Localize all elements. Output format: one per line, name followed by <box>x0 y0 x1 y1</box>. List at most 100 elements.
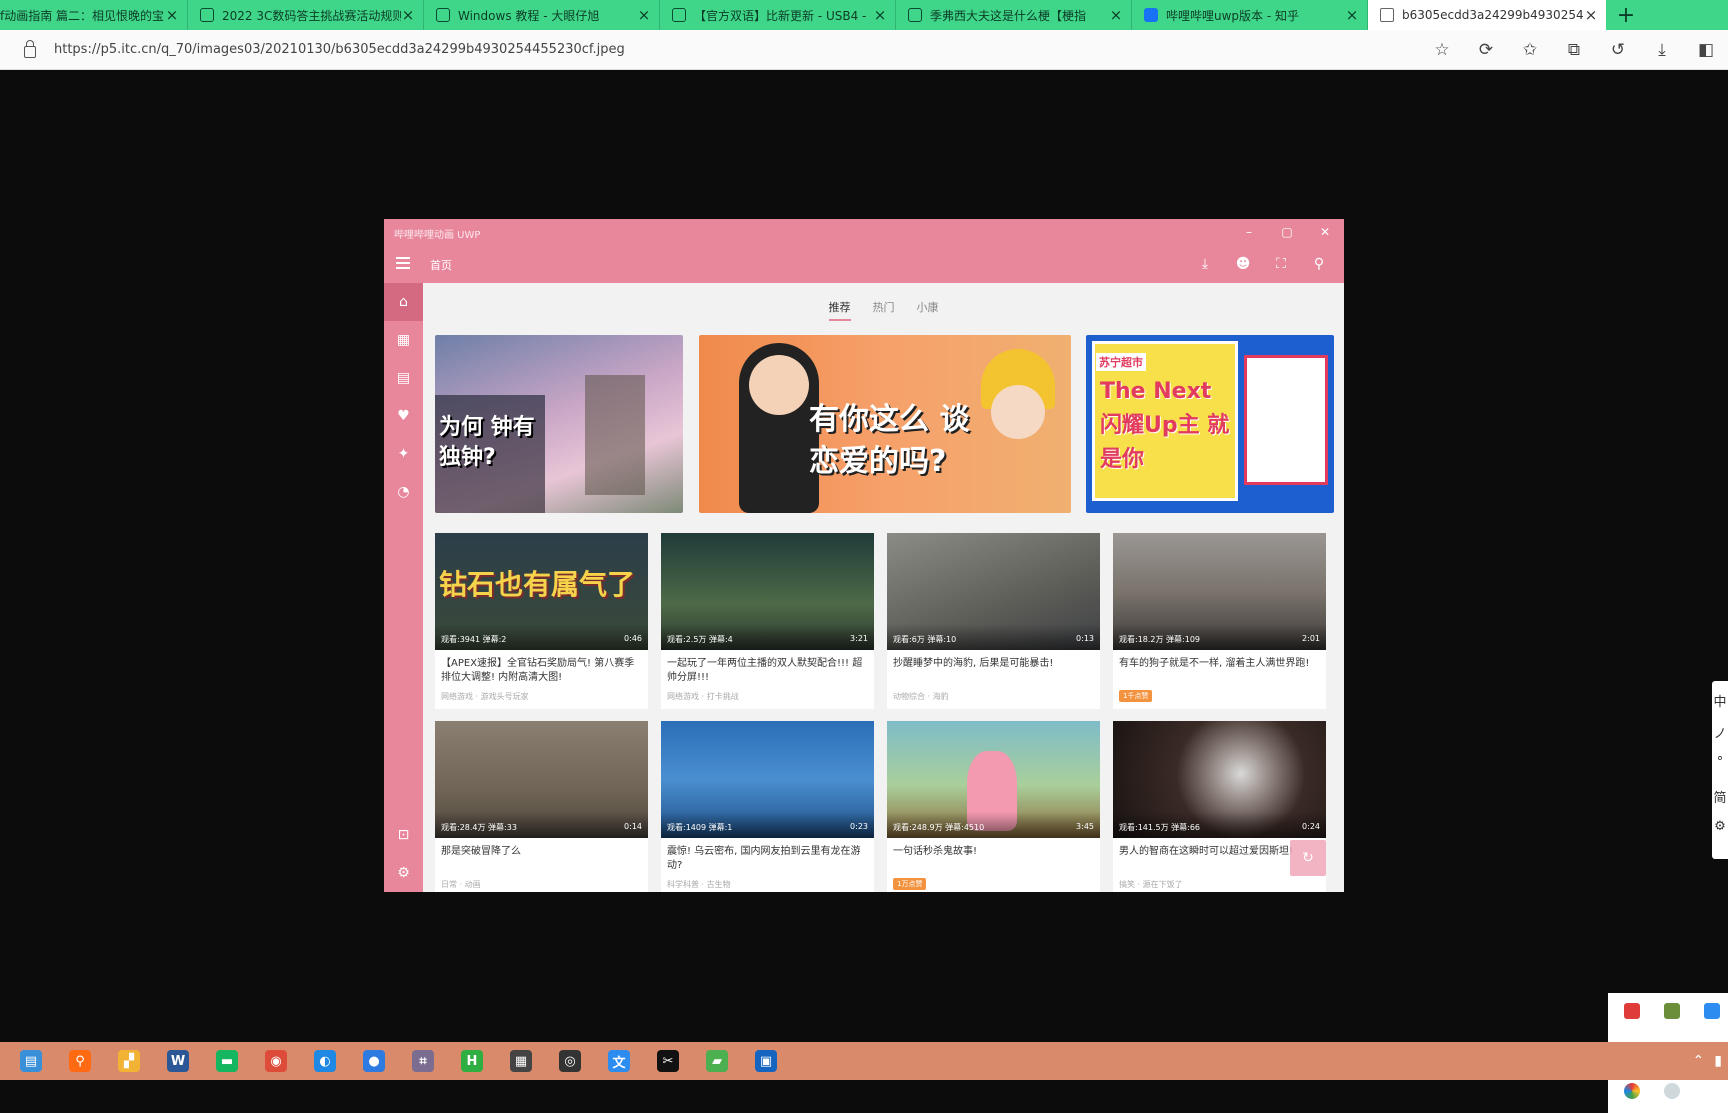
ime-width[interactable]: ° <box>1712 755 1728 777</box>
video-card[interactable]: 观看:18.2万 弹幕:109 2:01 有车的狗子就是不一样, 溜着主人满世界… <box>1113 533 1326 709</box>
browser-tab[interactable]: 季弗西大夫这是什么梗【梗指 × <box>896 0 1132 30</box>
browser-tab-active[interactable]: b6305ecdd3a24299b4930254455 × <box>1368 0 1606 30</box>
tab-hot[interactable]: 热门 <box>873 295 895 321</box>
download-icon[interactable]: ⤓ <box>1640 30 1684 70</box>
sidebar-item-history[interactable]: ◔ <box>384 473 423 511</box>
taskbar-hbuilder-button[interactable]: H <box>454 1044 490 1078</box>
video-card[interactable]: 观看:1409 弹幕:1 0:23 震惊! 乌云密布, 国内网友拍到云里有龙在游… <box>661 721 874 892</box>
menu-icon[interactable] <box>396 257 410 269</box>
browser-tab[interactable]: Windows 教程 - 大眼仔旭 × <box>424 0 660 30</box>
sidebar-item-live[interactable]: ▤ <box>384 359 423 397</box>
close-icon[interactable]: × <box>1345 6 1359 24</box>
scroll-top-button[interactable]: ↻ <box>1290 840 1326 876</box>
ime-settings-icon[interactable]: ⚙ <box>1712 819 1728 841</box>
close-icon[interactable]: × <box>1109 6 1123 24</box>
taskbar-notes-button[interactable]: ▰ <box>699 1044 735 1078</box>
minimize-button[interactable]: – <box>1230 219 1268 245</box>
edge-icon: ◐ <box>314 1050 336 1072</box>
ime-simplified[interactable]: 简 <box>1712 787 1728 809</box>
close-icon[interactable]: × <box>873 6 887 24</box>
history-icon[interactable]: ↺ <box>1596 30 1640 70</box>
microphone-icon[interactable]: ▮ <box>1714 1053 1722 1069</box>
video-card[interactable]: 观看:248.9万 弹幕:4510 3:45 一句话秒杀鬼故事! 1万点赞 <box>887 721 1100 892</box>
close-icon[interactable]: × <box>1584 6 1598 24</box>
taskbar-qr-app-button[interactable]: ▦ <box>503 1044 539 1078</box>
video-card[interactable]: 观看:2.5万 弹幕:4 3:21 一起玩了一年两位主播的双人默契配合!!! 超… <box>661 533 874 709</box>
add-favorite-icon[interactable]: ☆ <box>1420 30 1464 70</box>
ime-toolbar: 中 ノ ° 简 ⚙ <box>1712 681 1728 859</box>
close-icon[interactable]: × <box>401 6 415 24</box>
tray-app-icon[interactable] <box>1704 1003 1720 1019</box>
taskbar-capcut-button[interactable]: ✂ <box>650 1044 686 1078</box>
tab-third[interactable]: 小康 <box>917 295 939 321</box>
taskbar-translate-button[interactable]: 文 <box>601 1044 637 1078</box>
thumbnail-caption: 钻石也有属气了 <box>439 568 636 601</box>
banner-1[interactable]: 为何 钟有独钟? <box>435 335 683 513</box>
taskbar-browser-blue-button[interactable]: ● <box>356 1044 392 1078</box>
window-title: 哔哩哔哩动画 UWP <box>394 230 481 241</box>
collections-icon[interactable]: ⧉ <box>1552 30 1596 70</box>
extensions-icon[interactable]: ⟳ <box>1464 30 1508 70</box>
sidebar-item-favorites[interactable]: ♥ <box>384 397 423 435</box>
maximize-button[interactable]: ▢ <box>1268 219 1306 245</box>
duration: 2:01 <box>1302 634 1320 643</box>
browser-tab[interactable]: 2022 3C数码答主挑战赛活动规则 × <box>188 0 424 30</box>
tray-app-icon[interactable] <box>1664 1083 1680 1099</box>
search-icon[interactable]: ⚲ <box>1300 245 1338 283</box>
sidebar-item-settings[interactable]: ⚙ <box>384 854 423 892</box>
tray-app-icon[interactable] <box>1664 1003 1680 1019</box>
edge-sidebar-icon[interactable]: ◧ <box>1684 30 1728 70</box>
view-stats: 观看:141.5万 弹幕:66 <box>1119 823 1201 832</box>
tv-icon <box>672 8 686 22</box>
scan-icon[interactable]: ⛶ <box>1262 245 1300 283</box>
download-box-icon: ⊡ <box>397 827 410 843</box>
taskbar-word-button[interactable]: W <box>160 1044 196 1078</box>
browser-tab[interactable]: 【官方双语】比新更新 - USB4 - × <box>660 0 896 30</box>
banner-2[interactable]: 有你这么 谈恋爱的吗? <box>699 335 1071 513</box>
banner-3[interactable]: 苏宁超市 The Next 闪耀Up主 就是你 <box>1086 335 1334 513</box>
taskbar-toolbox-button[interactable]: ⌗ <box>405 1044 441 1078</box>
video-card[interactable]: 钻石也有属气了 观看:3941 弹幕:2 0:46 【APEX速报】全官钻石奖励… <box>435 533 648 709</box>
taskbar-edge-button[interactable]: ◐ <box>307 1044 343 1078</box>
download-icon[interactable]: ⤓ <box>1186 245 1224 283</box>
video-card[interactable]: 观看:6万 弹幕:10 0:13 抄醒睡梦中的海豹, 后果是可能暴击! 动物综合… <box>887 533 1100 709</box>
sidebar-item-home[interactable]: ⌂ <box>384 283 423 321</box>
taskbar-search-button[interactable]: ⚲ <box>62 1044 98 1078</box>
ime-punct[interactable]: ノ <box>1712 723 1728 745</box>
browser-tab[interactable]: f动画指南 篇二：相见恨晚的宝 × <box>0 0 188 30</box>
video-title: 那是突破冒降了么 <box>441 846 521 857</box>
url-field[interactable]: https://p5.itc.cn/q_70/images03/20210130… <box>54 42 1254 57</box>
taskbar-file-explorer-button[interactable]: ▤ <box>13 1044 49 1078</box>
sidebar-item-channels[interactable]: ▦ <box>384 321 423 359</box>
video-title: 男人的智商在这瞬时可以超过爱因斯坦! <box>1119 846 1294 857</box>
view-stats: 观看:18.2万 弹幕:109 <box>1119 635 1201 644</box>
taskbar-store-button[interactable]: ▣ <box>748 1044 784 1078</box>
lock-icon[interactable] <box>24 39 36 58</box>
sidebar-item-dynamic[interactable]: ✦ <box>384 435 423 473</box>
tab-recommend[interactable]: 推荐 <box>828 295 851 321</box>
banner-3-text: The Next 闪耀Up主 就是你 <box>1100 379 1230 472</box>
video-title: 有车的狗子就是不一样, 溜着主人满世界跑! <box>1119 658 1310 669</box>
taskbar-messages-button[interactable]: ▬ <box>209 1044 245 1078</box>
sidebar-item-downloads[interactable]: ⊡ <box>384 816 423 854</box>
zhihu-icon <box>1144 8 1158 22</box>
tray-app-icon[interactable] <box>1624 1003 1640 1019</box>
ime-mode[interactable]: 中 <box>1712 691 1728 713</box>
user-icon[interactable]: ☻ <box>1224 245 1262 283</box>
close-icon[interactable]: × <box>637 6 651 24</box>
gear-icon: ⚙ <box>397 865 410 881</box>
close-icon[interactable]: × <box>165 6 179 24</box>
taskbar-obs-button[interactable]: ◎ <box>552 1044 588 1078</box>
video-category: 网络游戏 · 打卡挑战 <box>667 692 739 701</box>
favorites-icon[interactable]: ✩ <box>1508 30 1552 70</box>
taskbar-chrome-button[interactable]: ◉ <box>258 1044 294 1078</box>
chevron-up-icon[interactable]: ⌃ <box>1693 1053 1705 1069</box>
new-tab-button[interactable]: + <box>1606 0 1646 30</box>
taskbar-folder-tools-button[interactable]: ▞ <box>111 1044 147 1078</box>
browser-tab[interactable]: 哔哩哔哩uwp版本 - 知乎 × <box>1132 0 1368 30</box>
close-button[interactable]: ✕ <box>1306 219 1344 245</box>
tray-app-icon[interactable] <box>1624 1083 1640 1099</box>
search-icon: ⚲ <box>69 1050 91 1072</box>
video-card[interactable]: 观看:28.4万 弹幕:33 0:14 那是突破冒降了么 日常 · 动画 <box>435 721 648 892</box>
duration: 0:23 <box>850 822 868 831</box>
